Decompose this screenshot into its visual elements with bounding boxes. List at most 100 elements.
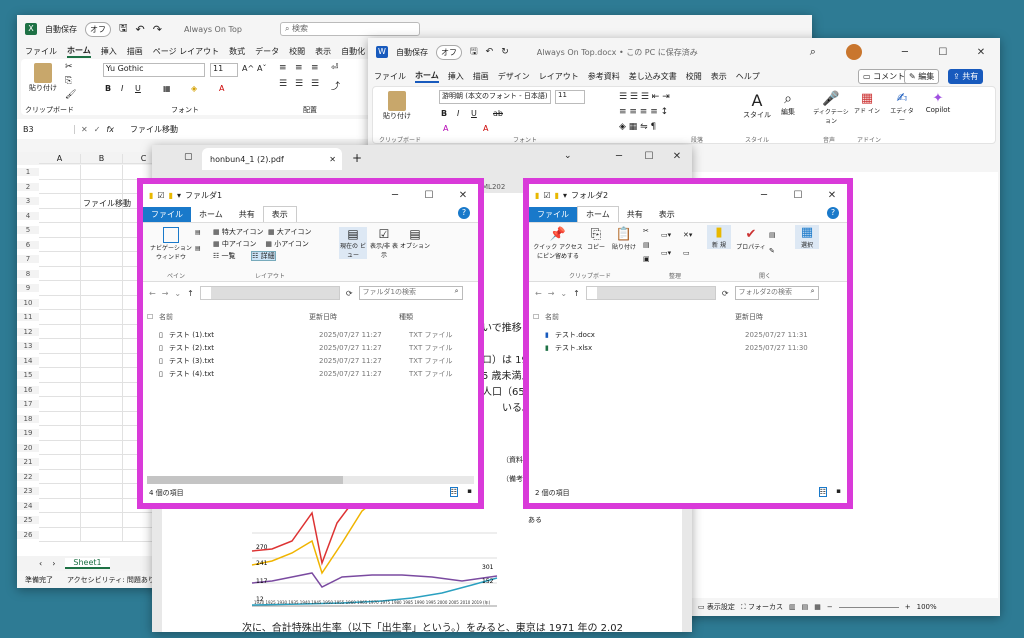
word-menu-5[interactable]: レイアウト: [539, 71, 579, 82]
word-font-name[interactable]: 游明朝 (本文のフォント - 日本語): [439, 90, 551, 104]
pdf-tab[interactable]: honbun4_1 (2).pdf ✕: [202, 148, 342, 170]
grid-cell[interactable]: [39, 179, 81, 194]
zoom-slider[interactable]: [838, 606, 899, 608]
dictation-button[interactable]: 🎤 ディクテーション: [813, 91, 849, 125]
word-bold-icon[interactable]: B: [441, 109, 447, 118]
pdf-partial-tab[interactable]: ML202: [482, 183, 505, 191]
file-row[interactable]: ▯ テスト (4).txt 2025/07/27 11:27 TXT ファイル: [159, 367, 478, 380]
zoom-level[interactable]: 100%: [917, 603, 937, 611]
qat-dropdown-icon[interactable]: ▾: [177, 191, 181, 200]
row-header[interactable]: 8: [17, 269, 39, 278]
word-menu-4[interactable]: デザイン: [498, 71, 530, 82]
select-button[interactable]: ▦ 選択: [795, 225, 819, 249]
word-highlight-icon[interactable]: A: [443, 124, 448, 133]
show-hide-button[interactable]: ☑ 表示/非 表示: [369, 227, 399, 259]
align-top-icon[interactable]: ≡: [279, 63, 287, 73]
folder2-maximize-button[interactable]: ☐: [783, 190, 813, 201]
col-header-a[interactable]: A: [39, 153, 81, 164]
tab-actions-icon[interactable]: ▢: [184, 152, 193, 162]
row-header[interactable]: 26: [17, 530, 39, 539]
align-icons[interactable]: ≡ ≡ ≡ ≡ ↕: [619, 105, 670, 120]
s-icons-option[interactable]: ▦ 小アイコン: [265, 240, 309, 248]
folder1-search[interactable]: ファルダ1の検索 ⌕: [358, 286, 463, 300]
paste-button[interactable]: 📋 貼り付け: [609, 227, 639, 251]
file-row[interactable]: ▯ テスト (2).txt 2025/07/27 11:27 TXT ファイル: [159, 341, 478, 354]
excel-paste-button[interactable]: 貼り付け: [29, 63, 57, 93]
formula-enter-icon[interactable]: ✓: [94, 125, 101, 134]
grid-cell[interactable]: [39, 295, 81, 310]
undo-icon[interactable]: ↶: [136, 23, 145, 36]
grid-cell[interactable]: [39, 426, 81, 441]
row-header[interactable]: 12: [17, 327, 39, 336]
row-header[interactable]: 10: [17, 298, 39, 307]
word-autosave-toggle[interactable]: オフ: [436, 44, 462, 60]
row-header[interactable]: 24: [17, 501, 39, 510]
col-name[interactable]: 名前: [545, 312, 735, 322]
grid-cell[interactable]: [81, 339, 123, 354]
select-all-checkbox[interactable]: ☐: [533, 313, 545, 321]
forward-icon[interactable]: →: [162, 289, 169, 298]
new-folder-button[interactable]: ▮ 新 規: [707, 225, 731, 249]
row-header[interactable]: 15: [17, 371, 39, 380]
grid-cell[interactable]: [81, 527, 123, 542]
accessibility-status[interactable]: アクセシビリティ: 問題あり: [67, 575, 155, 585]
grid-cell[interactable]: [81, 455, 123, 470]
move-to-icon[interactable]: ▭▾: [661, 231, 671, 239]
excel-menu-5[interactable]: 数式: [229, 46, 245, 57]
address-input[interactable]: [585, 286, 716, 300]
grid-cell[interactable]: [81, 382, 123, 397]
bold-icon[interactable]: B: [105, 84, 111, 93]
grid-cell[interactable]: [81, 252, 123, 267]
row-header[interactable]: 5: [17, 226, 39, 235]
row-header[interactable]: 14: [17, 356, 39, 365]
grid-cell[interactable]: [39, 194, 81, 209]
grid-cell[interactable]: [39, 368, 81, 383]
cell-b3[interactable]: ファイル移動: [83, 198, 131, 209]
grid-cell[interactable]: [39, 353, 81, 368]
folder1-close-button[interactable]: ✕: [448, 190, 478, 201]
sheet-next-icon[interactable]: ›: [52, 559, 55, 568]
zoom-in-icon[interactable]: +: [905, 603, 911, 611]
folder1-tab-share[interactable]: 共有: [231, 207, 263, 222]
list-option[interactable]: ☷ 一覧: [213, 252, 236, 260]
grid-cell[interactable]: [81, 397, 123, 412]
tab-list-icon[interactable]: ⌄: [564, 151, 572, 161]
comment-button[interactable]: ▭ コメント: [858, 69, 911, 84]
folder2-minimize-button[interactable]: ─: [749, 190, 779, 201]
list-icons[interactable]: ☰ ☰ ☰ ⇤ ⇥: [619, 90, 670, 105]
cut-icon[interactable]: ✂: [65, 62, 73, 72]
excel-font-name[interactable]: Yu Gothic: [103, 63, 205, 77]
select-all-checkbox[interactable]: ☐: [147, 313, 159, 321]
col-date[interactable]: 更新日時: [309, 312, 399, 322]
help-icon[interactable]: ?: [827, 207, 839, 219]
word-save-icon[interactable]: 🖫: [470, 44, 478, 60]
recent-icon[interactable]: ⌄: [560, 289, 567, 298]
large-icons-view-icon[interactable]: ▪: [467, 487, 472, 495]
row-header[interactable]: 11: [17, 313, 39, 322]
underline-icon[interactable]: U: [135, 84, 141, 93]
shading-icons[interactable]: ◈ ▦ ⇋ ¶: [619, 120, 670, 135]
sheet-tab[interactable]: Sheet1: [65, 558, 110, 569]
folder2-tab-file[interactable]: ファイル: [529, 206, 577, 222]
grid-cell[interactable]: [39, 165, 81, 180]
row-header[interactable]: 23: [17, 487, 39, 496]
col-name[interactable]: 名前: [159, 312, 309, 322]
fx-icon[interactable]: fx: [106, 125, 114, 134]
copy-to-icon[interactable]: ▭▾: [661, 249, 671, 257]
style-button[interactable]: A スタイル: [743, 91, 771, 120]
properties-button[interactable]: ✔ プロパティ: [735, 227, 767, 251]
wrap-icon[interactable]: ⏎: [331, 63, 339, 73]
word-avatar[interactable]: [845, 44, 862, 60]
grid-cell[interactable]: [81, 440, 123, 455]
grid-cell[interactable]: [81, 484, 123, 499]
grid-cell[interactable]: [39, 397, 81, 412]
autosave-toggle[interactable]: オフ: [85, 21, 111, 37]
file-row[interactable]: ▯ テスト (1).txt 2025/07/27 11:27 TXT ファイル: [159, 328, 478, 341]
grid-cell[interactable]: [81, 179, 123, 194]
back-icon[interactable]: ←: [535, 289, 542, 298]
qat-dropdown-icon[interactable]: ▾: [563, 191, 567, 200]
qat-check-icon[interactable]: ☑: [543, 191, 550, 200]
col-type[interactable]: 種類: [399, 312, 413, 322]
pdf-maximize-button[interactable]: ☐: [634, 151, 664, 162]
grid-cell[interactable]: [81, 310, 123, 325]
